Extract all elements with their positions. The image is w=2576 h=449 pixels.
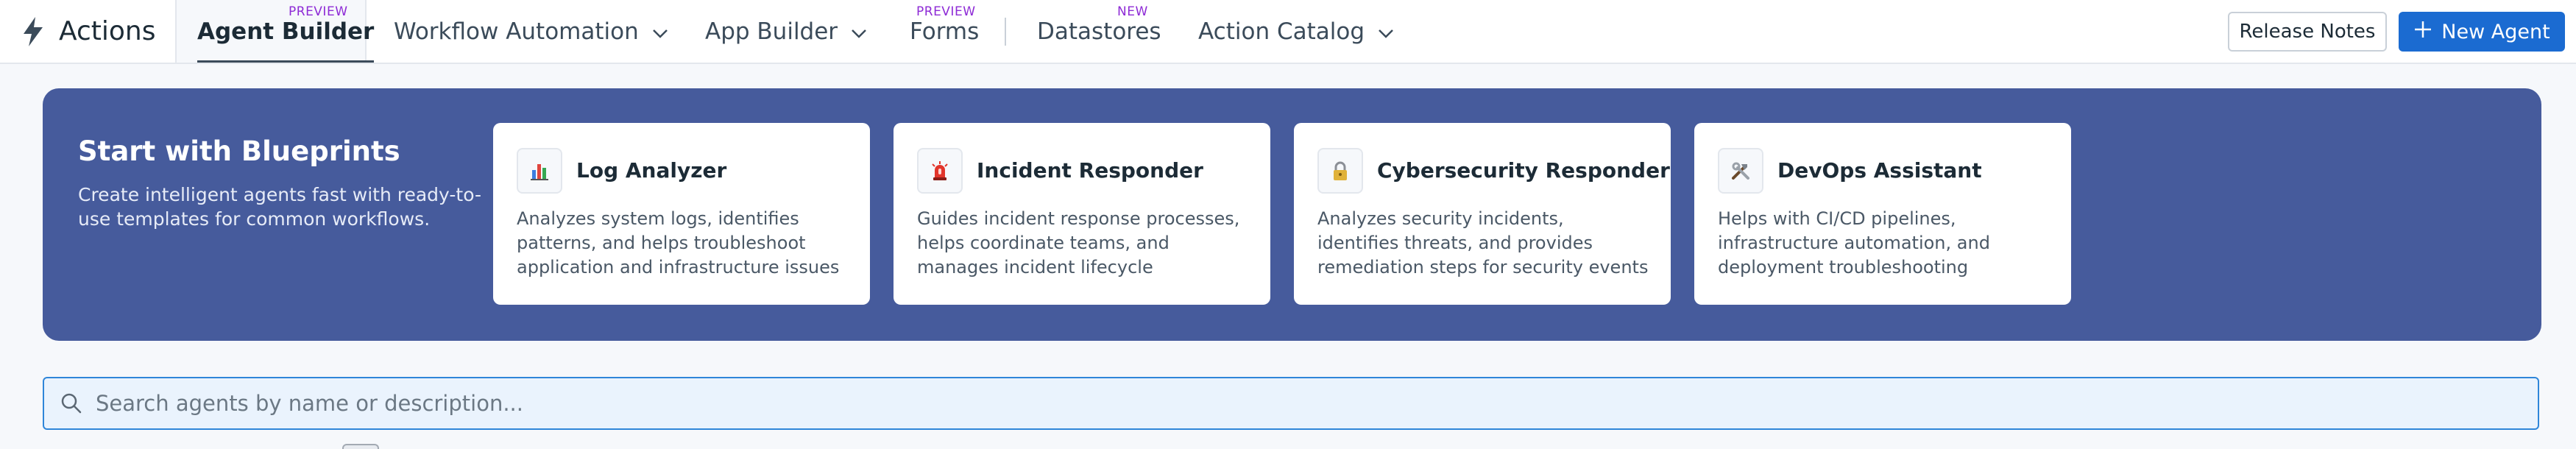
bar-chart-icon	[517, 148, 562, 194]
tools-icon	[1718, 148, 1763, 194]
card-description: Analyzes system logs, identifies pattern…	[517, 208, 840, 277]
card-description: Guides incident response processes, help…	[917, 208, 1240, 277]
new-badge: NEW	[1117, 4, 1148, 19]
card-title: Log Analyzer	[576, 158, 727, 183]
card-title: DevOps Assistant	[1777, 158, 1982, 183]
brand[interactable]: Actions	[21, 0, 156, 63]
blueprints-title: Start with Blueprints	[78, 135, 400, 167]
top-nav-bar: Actions Agent Builder PREVIEW Workflow A…	[0, 0, 2576, 64]
tab-workflow-automation-label: Workflow Automation	[394, 18, 639, 45]
chevron-down-icon	[652, 18, 668, 45]
release-notes-label: Release Notes	[2239, 21, 2376, 43]
lightning-bolt-icon	[21, 15, 46, 48]
preview-badge: PREVIEW	[916, 4, 976, 19]
blueprint-card-incident-responder[interactable]: Incident Responder Guides incident respo…	[894, 123, 1270, 305]
tab-agent-builder-label: Agent Builder	[197, 18, 375, 45]
blueprint-card-log-analyzer[interactable]: Log Analyzer Analyzes system logs, ident…	[493, 123, 870, 305]
tab-forms-label: Forms	[910, 18, 980, 45]
tab-workflow-automation[interactable]: Workflow Automation	[394, 0, 668, 63]
new-agent-label: New Agent	[2441, 20, 2550, 43]
search-input[interactable]	[96, 391, 2451, 416]
search-box[interactable]	[43, 377, 2539, 430]
blueprints-description: Create intelligent agents fast with read…	[78, 184, 481, 230]
app-title: Actions	[59, 16, 156, 46]
search-icon	[60, 392, 82, 414]
card-title: Cybersecurity Responder	[1377, 158, 1670, 183]
lock-icon	[1317, 148, 1363, 194]
preview-badge: PREVIEW	[289, 4, 348, 19]
release-notes-button[interactable]: Release Notes	[2228, 12, 2387, 52]
card-description: Helps with CI/CD pipelines, infrastructu…	[1718, 208, 1990, 277]
siren-icon	[917, 148, 963, 194]
tab-action-catalog[interactable]: Action Catalog	[1198, 0, 1394, 63]
nav-divider	[1005, 18, 1006, 46]
tab-app-builder-label: App Builder	[705, 18, 838, 45]
card-title: Incident Responder	[977, 158, 1203, 183]
blueprints-banner: Start with Blueprints Create intelligent…	[43, 88, 2541, 341]
blueprint-card-cybersecurity-responder[interactable]: Cybersecurity Responder Analyzes securit…	[1294, 123, 1671, 305]
new-agent-button[interactable]: New Agent	[2399, 12, 2565, 52]
chevron-down-icon	[851, 18, 867, 45]
chevron-down-icon	[1378, 18, 1394, 45]
tab-action-catalog-label: Action Catalog	[1198, 18, 1365, 45]
partially-visible-control[interactable]	[342, 444, 379, 449]
plus-icon	[2413, 20, 2432, 44]
tab-datastores-label: Datastores	[1037, 18, 1161, 45]
tab-app-builder[interactable]: App Builder	[705, 0, 867, 63]
blueprint-card-devops-assistant[interactable]: DevOps Assistant Helps with CI/CD pipeli…	[1694, 123, 2071, 305]
card-description: Analyzes security incidents, identifies …	[1317, 208, 1649, 277]
